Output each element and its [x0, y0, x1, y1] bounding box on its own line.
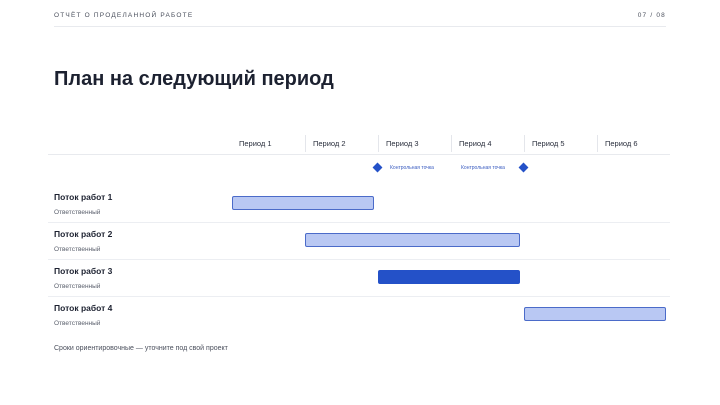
- gantt-bar[interactable]: [378, 270, 521, 284]
- milestone-label: Контрольная точка: [461, 165, 505, 171]
- row-divider: [48, 296, 670, 297]
- workstream-owner: Ответственный: [54, 283, 101, 290]
- workstream-owner: Ответственный: [54, 320, 101, 327]
- row-divider: [48, 222, 670, 223]
- gantt-bar[interactable]: [524, 307, 667, 321]
- period-label-4: Период 4: [451, 135, 524, 152]
- period-label-6: Период 6: [597, 135, 670, 152]
- workstream-title: Поток работ 2: [54, 229, 113, 239]
- page-counter: 07 / 08: [637, 12, 666, 19]
- milestone-diamond-icon: [518, 162, 529, 173]
- row-divider: [48, 259, 670, 260]
- workstream-owner: Ответственный: [54, 246, 101, 253]
- workstream-title: Поток работ 1: [54, 192, 113, 202]
- milestone-diamond-icon: [372, 162, 383, 173]
- period-header-divider: [48, 154, 670, 155]
- period-label-1: Период 1: [239, 139, 272, 148]
- period-label-3: Период 3: [378, 135, 451, 152]
- header-divider: [54, 26, 666, 27]
- period-label-5: Период 5: [524, 135, 597, 152]
- gantt-bar[interactable]: [305, 233, 521, 247]
- page-title: План на следующий период: [54, 68, 334, 90]
- report-label: ОТЧЁТ О ПРОДЕЛАННОЙ РАБОТЕ: [54, 12, 194, 19]
- period-header: Период 1 Период 2 Период 3 Период 4 Период 5…: [232, 135, 670, 152]
- workstream-title: Поток работ 4: [54, 303, 113, 313]
- milestone-label: Контрольная точка: [390, 165, 434, 171]
- workstream-title: Поток работ 3: [54, 266, 113, 276]
- period-label-2: Период 2: [305, 135, 378, 152]
- workstream-owner: Ответственный: [54, 209, 101, 216]
- footnote: Сроки ориентировочные — уточните под сво…: [54, 345, 228, 352]
- gantt-bar[interactable]: [232, 196, 375, 210]
